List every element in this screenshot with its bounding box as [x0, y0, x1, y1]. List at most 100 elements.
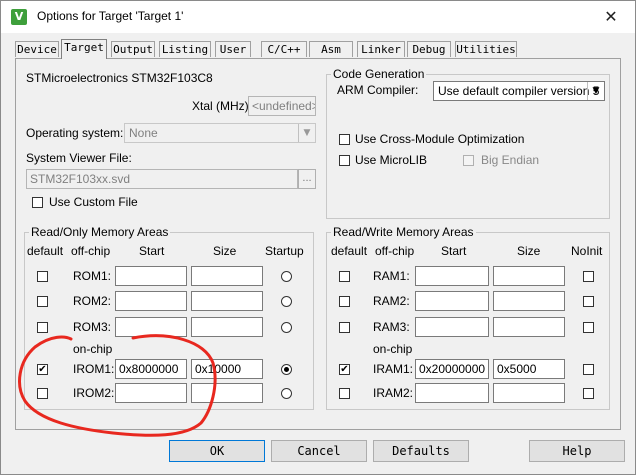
ro-header-size: Size [213, 244, 237, 258]
tab-asm[interactable]: Asm [309, 41, 353, 57]
ram2-noinit-checkbox[interactable] [583, 296, 594, 307]
rw-header-start: Start [441, 244, 467, 258]
tab-device[interactable]: Device [15, 41, 59, 57]
cross-module-checkbox[interactable] [339, 134, 350, 145]
ram1-label: RAM1: [373, 269, 410, 283]
big-endian-label: Big Endian [481, 153, 540, 167]
ram3-label: RAM3: [373, 320, 410, 334]
xtal-field[interactable]: <undefined> [248, 96, 316, 116]
compiler-select-value: Use default compiler version 5 [438, 84, 600, 98]
close-icon[interactable]: ✕ [601, 7, 621, 27]
iram2-default-checkbox[interactable] [339, 388, 350, 399]
code-generation-title: Code Generation [331, 67, 427, 81]
big-endian-checkbox[interactable] [463, 155, 474, 166]
rom1-start-field[interactable] [115, 266, 187, 286]
iram2-size-field[interactable] [493, 383, 565, 403]
iram2-label: IRAM2: [373, 386, 414, 400]
irom2-label: IROM2: [73, 386, 115, 400]
ok-button[interactable]: OK [169, 440, 265, 462]
keil-app-icon: V [11, 9, 27, 25]
ro-header-default: default [27, 244, 64, 258]
irom1-default-checkbox[interactable]: ✔ [37, 364, 48, 375]
readonly-memory-group: Read/Only Memory Areas default off-chip … [24, 225, 314, 410]
rom1-size-field[interactable] [191, 266, 263, 286]
os-select[interactable]: None ▼ [124, 123, 316, 143]
rom2-start-field[interactable] [115, 291, 187, 311]
tab-listing[interactable]: Listing [159, 41, 211, 57]
rom2-default-checkbox[interactable] [37, 296, 48, 307]
readwrite-memory-title: Read/Write Memory Areas [331, 225, 476, 239]
iram1-size-field[interactable]: 0x5000 [493, 359, 565, 379]
tab-output[interactable]: Output [111, 41, 155, 57]
help-button[interactable]: Help [529, 440, 625, 462]
ro-onchip-label: on-chip [73, 342, 113, 356]
iram2-noinit-checkbox[interactable] [583, 388, 594, 399]
rom2-label: ROM2: [73, 294, 112, 308]
ram1-noinit-checkbox[interactable] [583, 271, 594, 282]
rom2-size-field[interactable] [191, 291, 263, 311]
ro-header-startup: Startup [265, 244, 304, 258]
rom3-start-field[interactable] [115, 317, 187, 337]
rw-header-offchip: off-chip [375, 244, 415, 258]
chevron-down-icon: ▼ [587, 82, 604, 100]
microlib-checkbox[interactable] [339, 155, 350, 166]
ram3-noinit-checkbox[interactable] [583, 322, 594, 333]
cross-module-label: Use Cross-Module Optimization [355, 132, 525, 146]
ram3-start-field[interactable] [415, 317, 489, 337]
cancel-button[interactable]: Cancel [271, 440, 367, 462]
irom2-start-field[interactable] [115, 383, 187, 403]
irom2-size-field[interactable] [191, 383, 263, 403]
use-custom-file-label: Use Custom File [49, 195, 138, 209]
rom2-startup-radio[interactable] [281, 296, 292, 307]
tab-utilities[interactable]: Utilities [455, 41, 517, 57]
iram1-label: IRAM1: [373, 362, 414, 376]
iram1-noinit-checkbox[interactable] [583, 364, 594, 375]
rw-header-size: Size [517, 244, 541, 258]
device-name: STMicroelectronics STM32F103C8 [26, 71, 213, 85]
tab-target[interactable]: Target [61, 39, 107, 59]
svf-field[interactable]: STM32F103xx.svd [26, 169, 298, 189]
irom1-label: IROM1: [73, 362, 115, 376]
ram2-default-checkbox[interactable] [339, 296, 350, 307]
irom1-start-field[interactable]: 0x8000000 [115, 359, 187, 379]
microlib-label: Use MicroLIB [355, 153, 428, 167]
iram1-default-checkbox[interactable]: ✔ [339, 364, 350, 375]
rom1-startup-radio[interactable] [281, 271, 292, 282]
chevron-down-icon: ▼ [298, 124, 315, 142]
ro-header-offchip: off-chip [71, 244, 111, 258]
irom1-startup-radio[interactable] [281, 364, 292, 375]
tab-c-cpp[interactable]: C/C++ [261, 41, 307, 57]
tab-linker[interactable]: Linker [357, 41, 405, 57]
code-generation-group: Code Generation ARM Compiler: Use defaul… [326, 67, 610, 219]
xtal-label: Xtal (MHz): [192, 99, 252, 113]
ram3-default-checkbox[interactable] [339, 322, 350, 333]
rw-header-default: default [331, 244, 368, 258]
options-dialog: V Options for Target 'Target 1' ✕ Device… [0, 0, 636, 475]
irom2-startup-radio[interactable] [281, 388, 292, 399]
rw-header-noinit: NoInit [571, 244, 603, 258]
rom1-label: ROM1: [73, 269, 112, 283]
irom1-size-field[interactable]: 0x10000 [191, 359, 263, 379]
rom3-default-checkbox[interactable] [37, 322, 48, 333]
iram2-start-field[interactable] [415, 383, 489, 403]
ram1-default-checkbox[interactable] [339, 271, 350, 282]
use-custom-file-checkbox[interactable] [32, 197, 43, 208]
iram1-start-field[interactable]: 0x20000000 [415, 359, 489, 379]
ram1-size-field[interactable] [493, 266, 565, 286]
ram2-start-field[interactable] [415, 291, 489, 311]
rom3-label: ROM3: [73, 320, 112, 334]
compiler-select[interactable]: Use default compiler version 5 ▼ [433, 81, 605, 101]
ram3-size-field[interactable] [493, 317, 565, 337]
rom3-startup-radio[interactable] [281, 322, 292, 333]
rom1-default-checkbox[interactable] [37, 271, 48, 282]
tab-debug[interactable]: Debug [407, 41, 451, 57]
ram2-size-field[interactable] [493, 291, 565, 311]
defaults-button[interactable]: Defaults [373, 440, 469, 462]
svf-browse-button[interactable]: ... [298, 169, 316, 189]
rom3-size-field[interactable] [191, 317, 263, 337]
ram2-label: RAM2: [373, 294, 410, 308]
window-title: Options for Target 'Target 1' [37, 9, 184, 23]
irom2-default-checkbox[interactable] [37, 388, 48, 399]
tab-user[interactable]: User [215, 41, 251, 57]
ram1-start-field[interactable] [415, 266, 489, 286]
